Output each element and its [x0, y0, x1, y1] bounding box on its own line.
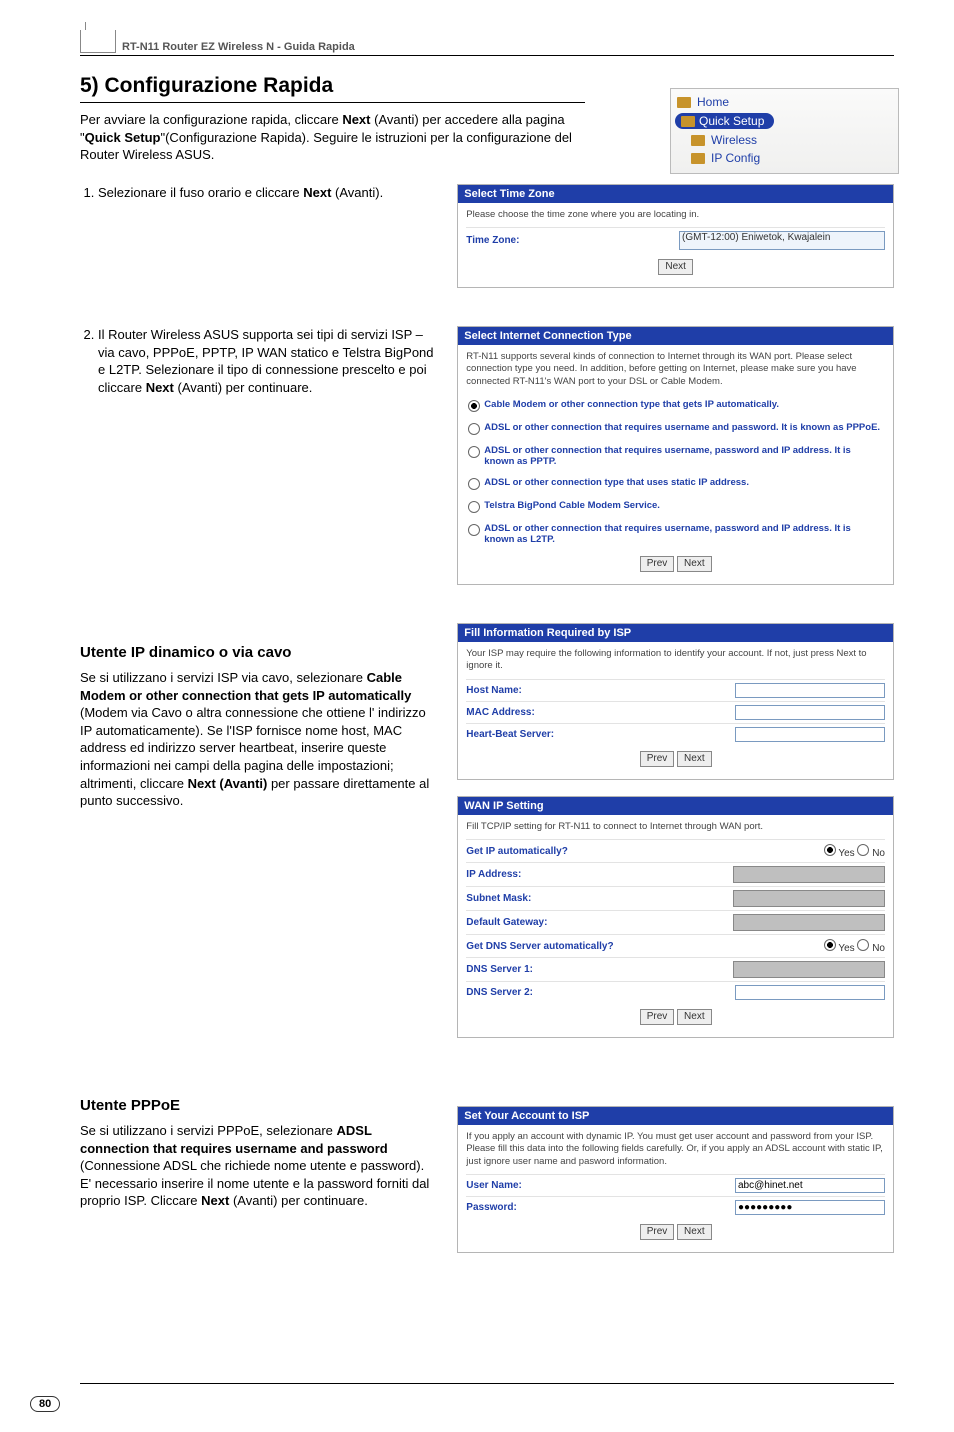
ip-field [733, 866, 885, 883]
heartbeat-field[interactable] [735, 727, 885, 742]
conn-opt-l2tp[interactable]: ADSL or other connection that requires u… [466, 518, 885, 550]
conn-opt-static[interactable]: ADSL or other connection type that uses … [466, 472, 885, 495]
conn-opt-bigpond[interactable]: Telstra BigPond Cable Modem Service. [466, 495, 885, 518]
header-text: RT-N11 Router EZ Wireless N - Guida Rapi… [122, 41, 355, 53]
acc-next-button[interactable]: Next [677, 1224, 712, 1240]
radio-icon[interactable] [824, 844, 836, 856]
step-1: Selezionare il fuso orario e cliccare Ne… [98, 184, 437, 202]
mask-field [733, 890, 885, 907]
panel-wan-ip: WAN IP Setting Fill TCP/IP setting for R… [457, 796, 894, 1038]
conn-next-button[interactable]: Next [677, 556, 712, 572]
conn-opt-cable[interactable]: Cable Modem or other connection type tha… [466, 394, 885, 417]
radio-icon[interactable] [857, 939, 869, 951]
page-header: RT-N11 Router EZ Wireless N - Guida Rapi… [80, 30, 894, 56]
conn-opt-pptp[interactable]: ADSL or other connection that requires u… [466, 440, 885, 472]
radio-icon [468, 501, 480, 513]
mac-field[interactable] [735, 705, 885, 720]
nav-home[interactable]: Home [677, 93, 892, 111]
radio-icon[interactable] [857, 844, 869, 856]
nav-wireless[interactable]: Wireless [677, 131, 892, 149]
page-number: 80 [30, 1396, 60, 1412]
host-name-field[interactable] [735, 683, 885, 698]
dyn-head: Utente IP dinamico o via cavo [80, 643, 437, 663]
username-field[interactable] [735, 1178, 885, 1193]
password-field[interactable] [735, 1200, 885, 1215]
folder-icon [677, 97, 691, 108]
footer-line [80, 1383, 894, 1384]
logo-icon [80, 30, 116, 53]
panel-isp-info: Fill Information Required by ISP Your IS… [457, 623, 894, 780]
wan-prev-button[interactable]: Prev [640, 1009, 675, 1025]
acc-prev-button[interactable]: Prev [640, 1224, 675, 1240]
dyn-body: Se si utilizzano i servizi ISP via cavo,… [80, 669, 437, 809]
step-2: Il Router Wireless ASUS supporta sei tip… [98, 326, 437, 396]
dns1-field [733, 961, 885, 978]
radio-icon [468, 446, 480, 458]
folder-icon [691, 153, 705, 164]
section-title: 5) Configurazione Rapida [80, 74, 585, 103]
isp-next-button[interactable]: Next [677, 751, 712, 767]
nav-quick-setup[interactable]: Quick Setup [677, 111, 892, 131]
radio-icon[interactable] [824, 939, 836, 951]
dns2-field[interactable] [735, 985, 885, 1000]
radio-icon [468, 423, 480, 435]
folder-icon [691, 135, 705, 146]
intro-text: Per avviare la configurazione rapida, cl… [80, 111, 585, 164]
pppoe-body: Se si utilizzano i servizi PPPoE, selezi… [80, 1122, 437, 1210]
tz-next-button[interactable]: Next [658, 259, 693, 275]
radio-icon [468, 478, 480, 490]
nav-tree: Home Quick Setup Wireless IP Config [670, 88, 899, 174]
isp-prev-button[interactable]: Prev [640, 751, 675, 767]
footer: 80 [30, 1394, 60, 1412]
wan-next-button[interactable]: Next [677, 1009, 712, 1025]
panel-account: Set Your Account to ISP If you apply an … [457, 1106, 894, 1253]
gw-field [733, 914, 885, 931]
radio-icon [468, 400, 480, 412]
radio-icon [468, 524, 480, 536]
nav-ip-config[interactable]: IP Config [677, 149, 892, 167]
panel-connection-type: Select Internet Connection Type RT-N11 s… [457, 326, 894, 585]
conn-prev-button[interactable]: Prev [640, 556, 675, 572]
time-zone-select[interactable]: (GMT-12:00) Eniwetok, Kwajalein [679, 231, 885, 250]
panel-time-zone: Select Time Zone Please choose the time … [457, 184, 894, 288]
pppoe-head: Utente PPPoE [80, 1096, 437, 1116]
folder-icon [681, 116, 695, 127]
conn-opt-pppoe[interactable]: ADSL or other connection that requires u… [466, 417, 885, 440]
